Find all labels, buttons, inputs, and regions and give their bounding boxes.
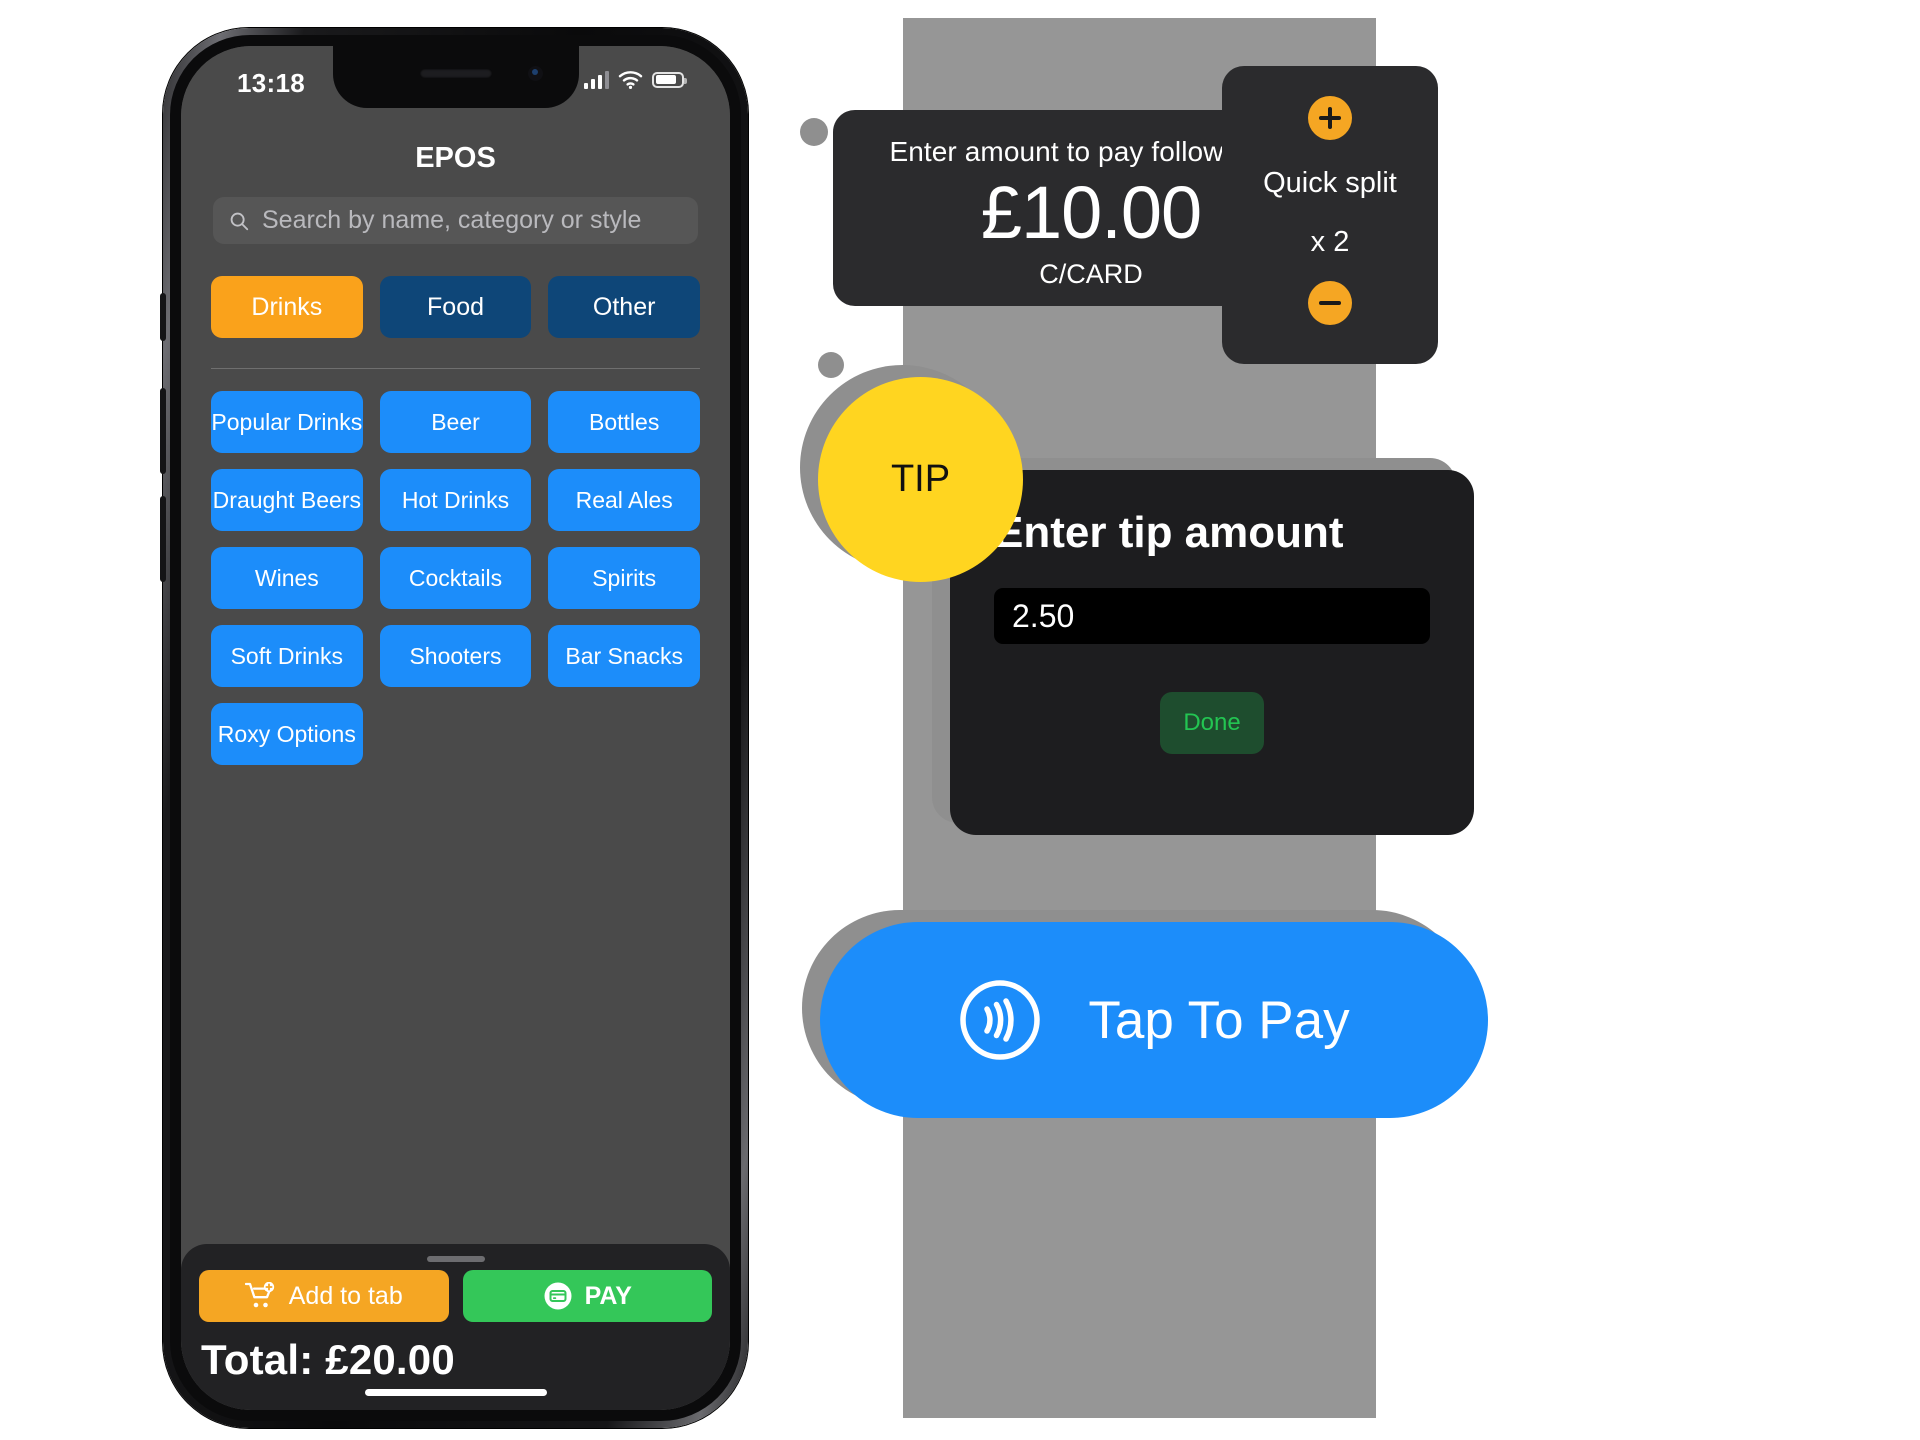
- subcategory-button[interactable]: Beer: [379, 391, 532, 453]
- section-divider: [211, 368, 700, 369]
- decorative-dot-small: [818, 352, 844, 378]
- minus-circle-icon[interactable]: [1308, 281, 1352, 325]
- screenshot-root: EPOS Search by name, category or style D…: [0, 0, 1920, 1440]
- subcategory-button[interactable]: Draught Beers: [211, 469, 363, 531]
- action-row: Add to tab PAY: [199, 1270, 712, 1322]
- earpiece-speaker: [419, 69, 492, 78]
- mute-switch[interactable]: [160, 293, 166, 341]
- search-icon: [230, 212, 249, 230]
- page-title: EPOS: [415, 142, 496, 174]
- subcategory-button[interactable]: Real Ales: [548, 469, 700, 531]
- subcategory-button[interactable]: Spirits: [548, 547, 700, 609]
- category-tab-food[interactable]: Food: [379, 276, 532, 338]
- pay-button[interactable]: PAY: [462, 1270, 712, 1322]
- tip-dialog: Enter tip amount 2.50 Done: [950, 470, 1474, 835]
- subcategory-button[interactable]: Hot Drinks: [379, 469, 532, 531]
- quick-split-label: Quick split: [1263, 167, 1397, 199]
- subcategory-button[interactable]: Bottles: [548, 391, 700, 453]
- contactless-icon: [960, 980, 1041, 1060]
- subcategory-button[interactable]: Shooters: [379, 625, 532, 687]
- search-placeholder: Search by name, category or style: [262, 206, 642, 234]
- tip-amount-input[interactable]: 2.50: [994, 588, 1430, 644]
- subcategory-button[interactable]: Roxy Options: [211, 703, 363, 765]
- category-tab-other[interactable]: Other: [548, 276, 701, 338]
- volume-up-button[interactable]: [160, 388, 166, 474]
- home-indicator[interactable]: [364, 1389, 547, 1396]
- tap-to-pay-button[interactable]: Tap To Pay: [820, 922, 1488, 1118]
- subcategory-button[interactable]: Wines: [211, 547, 363, 609]
- phone-mockup: EPOS Search by name, category or style D…: [155, 18, 755, 1438]
- status-indicators: [583, 70, 687, 89]
- decorative-dot: [800, 118, 828, 146]
- sheet-grabber[interactable]: [426, 1256, 485, 1262]
- subcategory-button[interactable]: Popular Drinks: [211, 391, 363, 453]
- subcategory-button[interactable]: Soft Drinks: [211, 625, 363, 687]
- category-tabs: Drinks Food Other: [211, 276, 701, 338]
- plus-circle-icon[interactable]: [1308, 96, 1352, 140]
- epos-app: EPOS Search by name, category or style D…: [181, 46, 730, 1410]
- credit-card-icon: [544, 1282, 572, 1310]
- add-to-tab-button[interactable]: Add to tab: [199, 1270, 449, 1322]
- bottom-action-bar: Add to tab PAY Total: £20.00: [181, 1244, 730, 1410]
- done-button[interactable]: Done: [1160, 692, 1264, 754]
- tip-dialog-title: Enter tip amount: [994, 508, 1344, 557]
- quick-split-count: x 2: [1310, 226, 1350, 258]
- front-camera: [527, 66, 543, 81]
- battery-icon: [652, 71, 687, 88]
- volume-down-button[interactable]: [160, 496, 166, 582]
- tip-badge[interactable]: TIP: [818, 377, 1023, 582]
- order-total: Total: £20.00: [201, 1336, 455, 1383]
- subcategory-button[interactable]: Cocktails: [379, 547, 532, 609]
- done-button-wrapper: Done: [994, 692, 1430, 754]
- category-tab-drinks[interactable]: Drinks: [211, 276, 363, 338]
- quick-split-card: Quick split x 2: [1222, 66, 1438, 364]
- phone-notch: [332, 46, 579, 108]
- wifi-icon: [618, 71, 643, 89]
- status-time: 13:18: [237, 68, 305, 98]
- tap-to-pay-label: Tap To Pay: [1088, 990, 1350, 1050]
- minus-button-wrapper: [1308, 281, 1352, 325]
- cellular-bars-icon: [583, 70, 609, 89]
- cart-plus-icon: [244, 1282, 274, 1308]
- subcategory-grid: Popular Drinks Beer Bottles Draught Beer…: [211, 391, 700, 765]
- search-input[interactable]: Search by name, category or style: [213, 197, 698, 244]
- add-to-tab-label: Add to tab: [288, 1281, 403, 1310]
- pay-label: PAY: [584, 1281, 632, 1310]
- subcategory-button[interactable]: Bar Snacks: [548, 625, 700, 687]
- phone-screen: EPOS Search by name, category or style D…: [181, 46, 730, 1410]
